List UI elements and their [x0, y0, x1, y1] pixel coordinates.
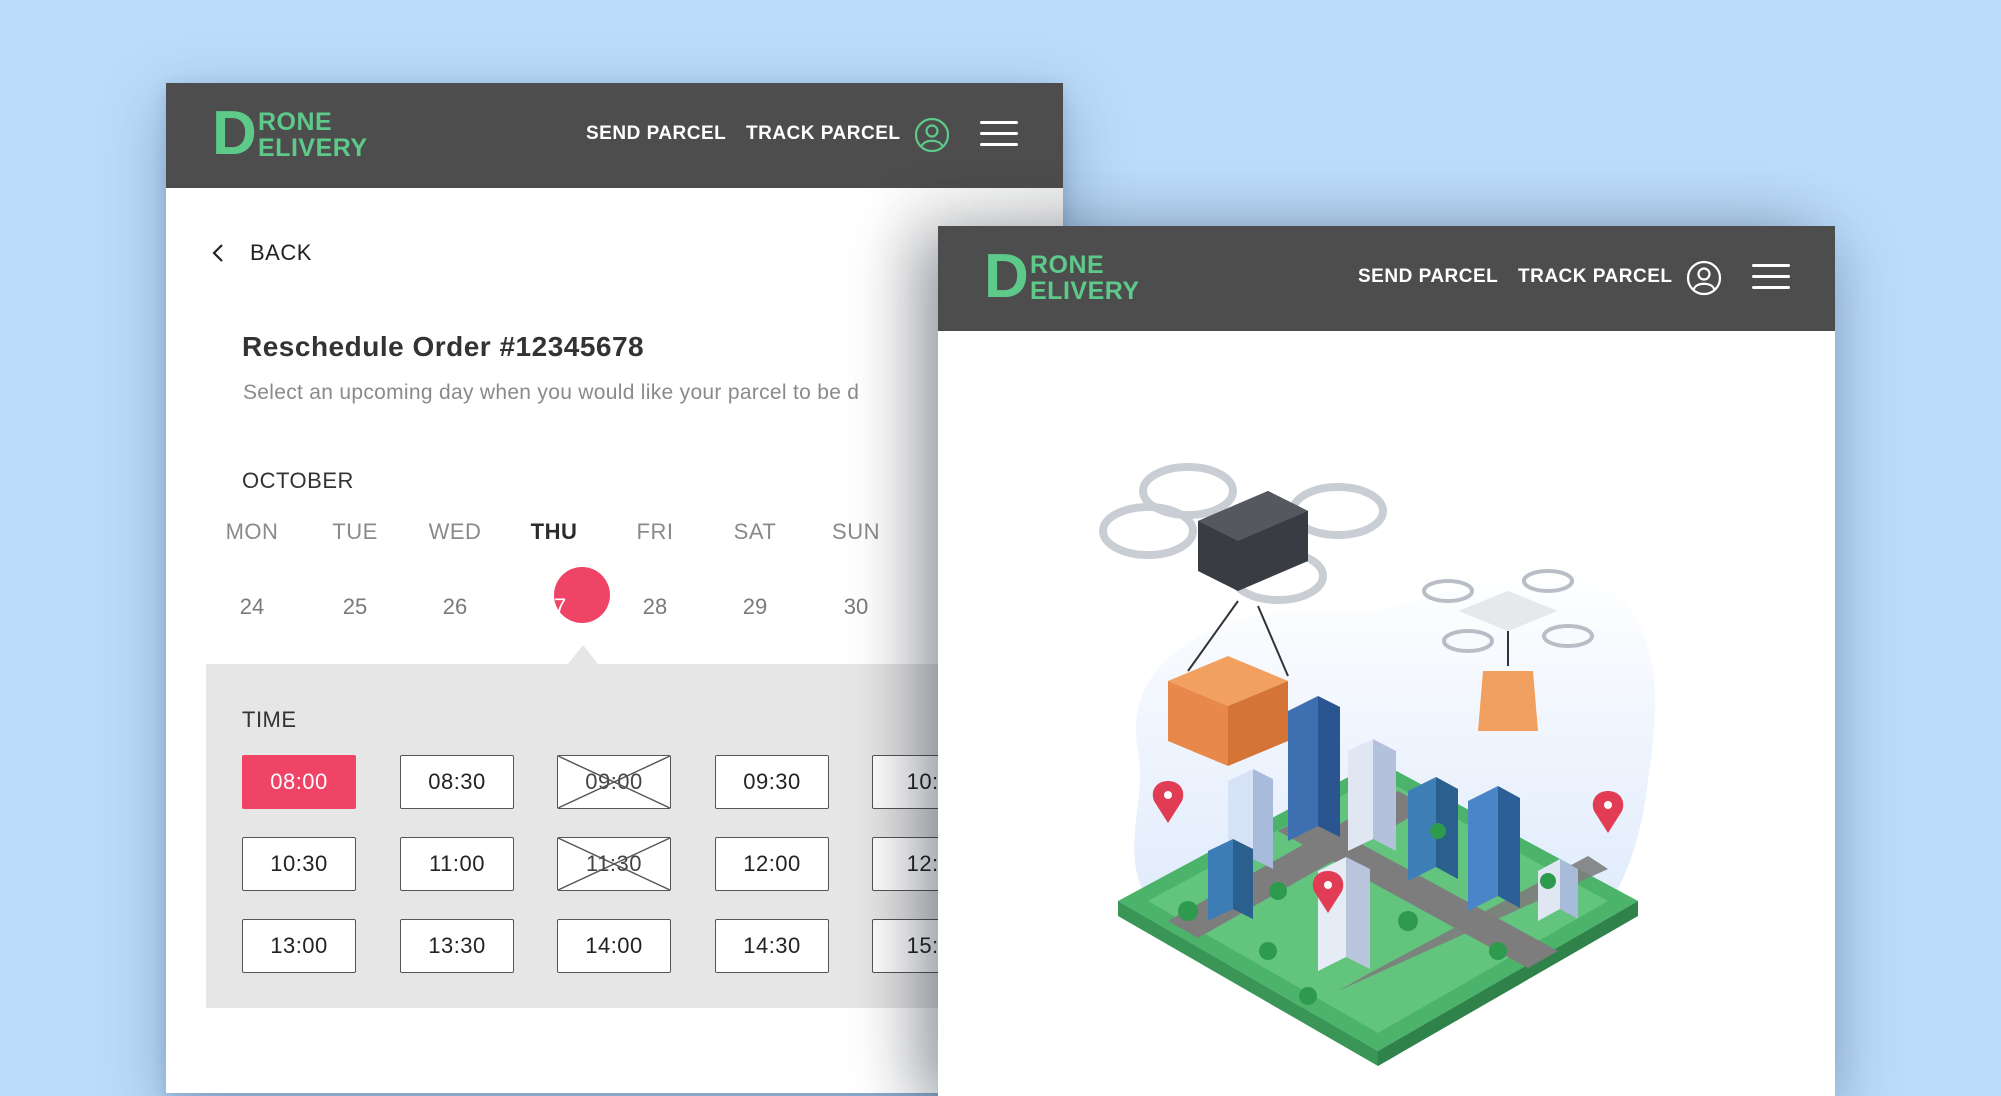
nav-track-parcel[interactable]: TRACK PARCEL — [746, 123, 900, 145]
date-option[interactable]: 30 — [816, 579, 896, 635]
date-option[interactable]: 26 — [415, 579, 495, 635]
date-option[interactable]: 29 — [715, 579, 795, 635]
hamburger-menu-icon[interactable] — [1752, 264, 1790, 292]
weekday-label: TUE — [332, 519, 378, 544]
time-slot[interactable]: 09:30 — [715, 755, 829, 809]
page-title: Reschedule Order #12345678 — [242, 331, 645, 362]
nav-send-parcel[interactable]: SEND PARCEL — [586, 123, 726, 145]
nav-track-parcel[interactable]: TRACK PARCEL — [1518, 266, 1672, 288]
weekday-label: THU — [530, 519, 578, 544]
time-slot[interactable]: 13:30 — [400, 919, 514, 973]
chevron-left-icon — [212, 244, 223, 262]
landing-window: D RONE ELIVERY SEND PARCEL TRACK PARCEL — [938, 226, 1835, 1096]
unavailable-cross-icon — [558, 756, 670, 808]
time-slot[interactable]: 14:00 — [557, 919, 671, 973]
time-slot[interactable]: 12:00 — [715, 837, 829, 891]
time-slot-selected[interactable]: 08:00 — [242, 755, 356, 809]
page-subtitle: Select an upcoming day when you would li… — [243, 381, 860, 404]
time-slot-label: 09:30 — [743, 769, 801, 794]
user-circle-icon[interactable] — [914, 117, 950, 153]
time-slot-label: 08:30 — [428, 769, 486, 794]
time-slot[interactable]: 10:30 — [242, 837, 356, 891]
time-slot[interactable]: 08:30 — [400, 755, 514, 809]
logo-line-1: RONE — [1030, 251, 1105, 279]
time-slot-label: 14:00 — [585, 933, 643, 958]
time-slot-label: 11:00 — [429, 851, 485, 876]
weekday-label: SAT — [733, 519, 777, 544]
date-selected[interactable]: 27 — [514, 579, 594, 635]
weekday-label: FRI — [636, 519, 674, 544]
weekday-label: MON — [225, 519, 279, 544]
user-circle-icon[interactable] — [1686, 260, 1722, 296]
unavailable-cross-icon — [558, 838, 670, 890]
date-option[interactable]: 25 — [315, 579, 395, 635]
time-slot[interactable]: 13:00 — [242, 919, 356, 973]
logo-line-2: ELIVERY — [258, 134, 368, 162]
time-slot-label: 14:30 — [743, 933, 801, 958]
time-slot[interactable]: 14:30 — [715, 919, 829, 973]
month-label: OCTOBER — [242, 468, 354, 493]
back-label: BACK — [250, 240, 312, 265]
time-slot-unavailable: 11:30 — [557, 837, 671, 891]
weekday-label: WED — [428, 519, 482, 544]
weekday-label: SUN — [832, 519, 880, 544]
logo-letter: D — [212, 99, 257, 168]
nav-send-parcel[interactable]: SEND PARCEL — [1358, 266, 1498, 288]
time-slot-label: 10:30 — [270, 851, 328, 876]
time-slot-label: 13:30 — [428, 933, 486, 958]
time-slot-label: 08:00 — [270, 769, 328, 794]
time-label: TIME — [242, 707, 297, 732]
date-option[interactable]: 28 — [615, 579, 695, 635]
drone-city-delivery-illustration — [1099, 463, 1656, 1066]
reschedule-window: D RONE ELIVERY SEND PARCEL TRACK PARCEL … — [166, 83, 1063, 1093]
time-slot-label: 13:00 — [270, 933, 328, 958]
logo-line-1: RONE — [258, 108, 333, 136]
time-panel-pointer — [568, 645, 598, 664]
app-header: D RONE ELIVERY SEND PARCEL TRACK PARCEL — [166, 83, 1063, 188]
app-header: D RONE ELIVERY SEND PARCEL TRACK PARCEL — [938, 226, 1835, 331]
hamburger-menu-icon[interactable] — [980, 121, 1018, 149]
time-slot[interactable]: 11:00 — [400, 837, 514, 891]
date-option[interactable]: 24 — [212, 579, 292, 635]
time-slot-label: 12:00 — [743, 851, 801, 876]
logo-line-2: ELIVERY — [1030, 277, 1140, 305]
time-slot-unavailable: 09:00 — [557, 755, 671, 809]
logo-letter: D — [984, 242, 1029, 311]
